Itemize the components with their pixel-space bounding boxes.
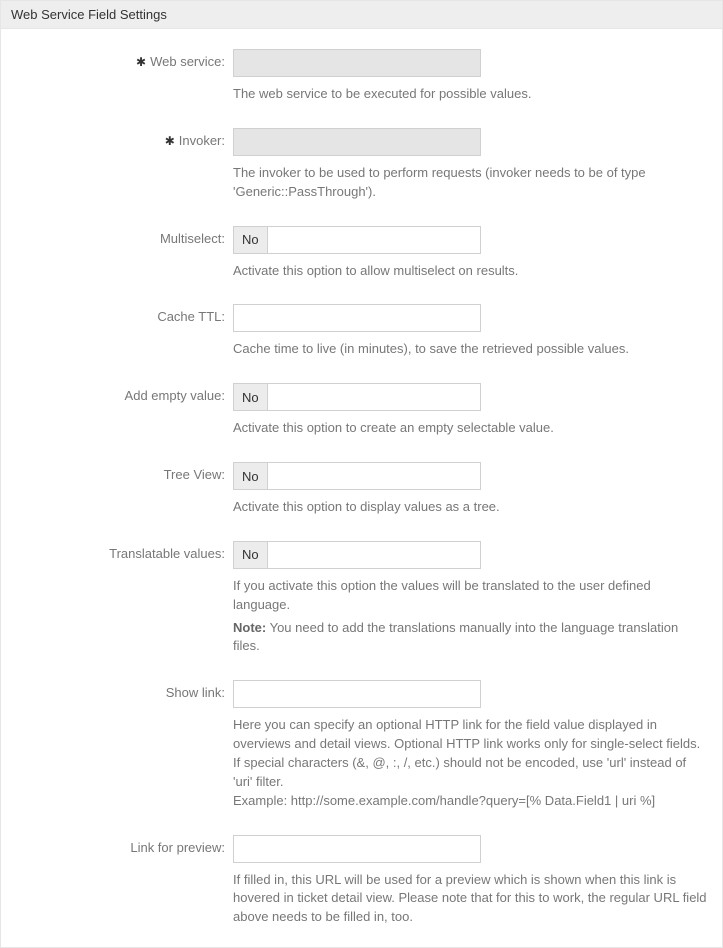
required-icon: ✱	[165, 134, 175, 148]
add-empty-select[interactable]: No	[233, 383, 481, 411]
field-col: The invoker to be used to perform reques…	[233, 128, 708, 202]
translatable-value: No	[234, 542, 268, 568]
help-show-link-1: Here you can specify an optional HTTP li…	[233, 716, 708, 754]
label-translatable: Translatable values:	[15, 541, 233, 561]
label-multiselect: Multiselect:	[15, 226, 233, 246]
row-show-link: Show link: Here you can specify an optio…	[15, 680, 708, 810]
show-link-input[interactable]	[233, 680, 481, 708]
row-multiselect: Multiselect: No Activate this option to …	[15, 226, 708, 281]
translatable-select[interactable]: No	[233, 541, 481, 569]
label-cache-ttl: Cache TTL:	[15, 304, 233, 324]
field-col: Cache time to live (in minutes), to save…	[233, 304, 708, 359]
add-empty-value: No	[234, 384, 268, 410]
field-col: No If you activate this option the value…	[233, 541, 708, 656]
row-add-empty: Add empty value: No Activate this option…	[15, 383, 708, 438]
help-show-link-3: Example: http://some.example.com/handle?…	[233, 792, 708, 811]
label-add-empty: Add empty value:	[15, 383, 233, 403]
label-text: Invoker:	[179, 133, 225, 148]
multiselect-value: No	[234, 227, 268, 253]
help-multiselect: Activate this option to allow multiselec…	[233, 262, 708, 281]
label-tree-view: Tree View:	[15, 462, 233, 482]
invoker-input[interactable]	[233, 128, 481, 156]
link-preview-input[interactable]	[233, 835, 481, 863]
row-translatable: Translatable values: No If you activate …	[15, 541, 708, 656]
help-show-link-2: If special characters (&, @, :, /, etc.)…	[233, 754, 708, 792]
note-label: Note:	[233, 620, 266, 635]
tree-view-value: No	[234, 463, 268, 489]
help-link-preview: If filled in, this URL will be used for …	[233, 871, 708, 928]
panel-body: ✱ Web service: The web service to be exec…	[1, 29, 722, 947]
row-cache-ttl: Cache TTL: Cache time to live (in minute…	[15, 304, 708, 359]
row-link-preview: Link for preview: If filled in, this URL…	[15, 835, 708, 928]
help-tree-view: Activate this option to display values a…	[233, 498, 708, 517]
note-text: You need to add the translations manuall…	[233, 620, 678, 654]
label-invoker: ✱ Invoker:	[15, 128, 233, 148]
help-translatable-note: Note: You need to add the translations m…	[233, 619, 708, 657]
multiselect-select[interactable]: No	[233, 226, 481, 254]
field-col: No Activate this option to display value…	[233, 462, 708, 517]
cache-ttl-input[interactable]	[233, 304, 481, 332]
label-web-service: ✱ Web service:	[15, 49, 233, 69]
help-web-service: The web service to be executed for possi…	[233, 85, 708, 104]
field-col: No Activate this option to create an emp…	[233, 383, 708, 438]
help-translatable-1: If you activate this option the values w…	[233, 577, 708, 615]
label-link-preview: Link for preview:	[15, 835, 233, 855]
field-col: If filled in, this URL will be used for …	[233, 835, 708, 928]
row-web-service: ✱ Web service: The web service to be exec…	[15, 49, 708, 104]
required-icon: ✱	[136, 55, 146, 69]
help-add-empty: Activate this option to create an empty …	[233, 419, 708, 438]
help-cache-ttl: Cache time to live (in minutes), to save…	[233, 340, 708, 359]
label-text: Web service:	[150, 54, 225, 69]
panel-web-service-field-settings: Web Service Field Settings ✱ Web service:…	[0, 0, 723, 948]
row-invoker: ✱ Invoker: The invoker to be used to perf…	[15, 128, 708, 202]
tree-view-select[interactable]: No	[233, 462, 481, 490]
field-col: Here you can specify an optional HTTP li…	[233, 680, 708, 810]
panel-title: Web Service Field Settings	[1, 1, 722, 29]
field-col: No Activate this option to allow multise…	[233, 226, 708, 281]
row-tree-view: Tree View: No Activate this option to di…	[15, 462, 708, 517]
help-invoker: The invoker to be used to perform reques…	[233, 164, 708, 202]
label-show-link: Show link:	[15, 680, 233, 700]
web-service-input[interactable]	[233, 49, 481, 77]
field-col: The web service to be executed for possi…	[233, 49, 708, 104]
